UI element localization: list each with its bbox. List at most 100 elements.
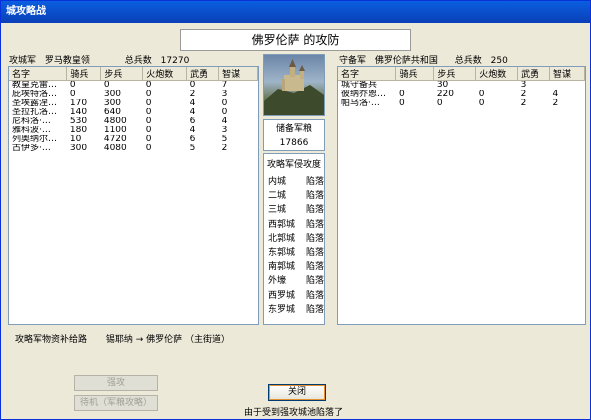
defender-table-panel: 名字 骑兵 步兵 火炮数 武勇 智谋 城守备兵 30 3 彼纳乔恩… 0 220 0 2 4 帕乌洛·… 0 0…: [337, 66, 586, 325]
defender-table-cell: 城守备兵: [341, 80, 378, 90]
castle-section-status: 陷落: [305, 219, 324, 230]
attacker-table-cell: 0: [145, 80, 152, 90]
castle-section-status: 陷落: [305, 304, 324, 315]
defender-column-header[interactable]: 名字: [338, 67, 397, 81]
attacker-table-cell: 6: [189, 135, 196, 144]
attacker-table-cell: 10: [69, 135, 82, 144]
defender-table-cell: 彼纳乔恩…: [341, 90, 387, 99]
defender-table-cell: 220: [436, 90, 455, 99]
close-button[interactable]: 关闭: [268, 384, 326, 401]
siege-progress-row: 二城 陷落: [264, 189, 324, 203]
defender-table-cell: 2: [552, 99, 559, 108]
defender-column-header[interactable]: 火炮数: [475, 67, 519, 81]
defender-summary: 守备军 佛罗伦萨共和国 总兵数 250: [339, 53, 514, 66]
castle-section-name: 西郭城: [268, 219, 296, 230]
siege-progress-row: 西罗城 陷落: [264, 289, 324, 303]
attacker-table-cell: 300: [103, 90, 122, 99]
attacker-table-row[interactable]: 教皇克雷… 0 0 0 0 7: [9, 81, 258, 91]
siege-progress-row: 东罗城 陷落: [264, 303, 324, 317]
siege-progress-list: 内城 陷落 二城 陷落 三城 陷落 西郭城 陷落 北郭城 陷落 东郭城 陷落 南郭城 陷落 外壕 陷落 西罗城陷…: [264, 171, 324, 317]
siege-progress-box: 攻略军侵攻度 内城 陷落 二城 陷落 三城 陷落 西郭城 陷落 北郭城 陷落 东郭城 陷落 南郭城 陷落外…: [263, 153, 325, 325]
attacker-table-cell: 4720: [103, 135, 127, 144]
attacker-table-cell: 0: [145, 144, 152, 153]
supply-route-text: 锡耶纳 → 佛罗伦萨 （主街道）: [105, 335, 231, 345]
window-title: 城攻略战: [1, 1, 590, 23]
siege-window: 城攻略战 佛罗伦萨 的攻防 攻城军 罗马教皇领 总兵数 17270 守备军 佛罗…: [0, 0, 591, 420]
attacker-table-row[interactable]: 庇埃特洛… 0 300 0 2 3: [9, 90, 258, 99]
castle-section-status: 陷落: [305, 276, 324, 287]
attacker-table-cell: 0: [189, 80, 196, 90]
siege-progress-header: 攻略军侵攻度: [266, 160, 321, 170]
defender-table-cell: [550, 81, 585, 91]
attacker-table-cell: 300: [103, 99, 122, 108]
siege-progress-row: 北郭城 陷落: [264, 232, 324, 246]
attacker-total-label: 总兵数: [124, 56, 152, 66]
attacker-table-cell: 640: [103, 108, 122, 117]
siege-progress-row: 内城 陷落: [264, 175, 324, 189]
reserve-label: 储备军粮: [275, 124, 312, 134]
castle-section-name: 二城: [268, 191, 287, 202]
attacker-table-cell: 0: [69, 90, 76, 99]
attacker-column-header[interactable]: 火炮数: [142, 67, 188, 81]
defender-column-header[interactable]: 骑兵: [395, 67, 435, 81]
defender-column-header[interactable]: 步兵: [433, 67, 477, 81]
defender-table-cell: 0: [478, 99, 485, 108]
attacker-table-cell: 1100: [103, 126, 127, 135]
attacker-table-cell: 0: [145, 108, 152, 117]
attacker-table-cell: 古伊多·…: [12, 144, 51, 153]
attacker-column-header[interactable]: 名字: [9, 67, 68, 81]
defender-table-row[interactable]: 帕乌洛·… 0 0 0 2 2: [338, 99, 585, 108]
castle-section-name: 南郭城: [268, 262, 296, 273]
attacker-table-cell: 4800: [103, 117, 127, 126]
attacker-table-cell: 530: [69, 117, 88, 126]
attacker-table-cell: 2: [221, 144, 228, 153]
attacker-table-cell: 4: [221, 117, 228, 126]
attacker-table-row[interactable]: 列奥纳尔… 10 4720 0 6 5: [9, 135, 258, 144]
defender-table-cell: 0: [398, 99, 405, 108]
attacker-table-cell: 5: [221, 135, 228, 144]
attacker-table-cell: 圣埃露涅…: [12, 99, 58, 108]
attacker-table-row[interactable]: 尼科洛·… 530 4800 0 6 4: [9, 117, 258, 126]
supply-label: 攻略军物资补给路: [15, 335, 88, 345]
attacker-table-cell: 3: [221, 126, 228, 135]
defender-table-cell: 0: [436, 99, 443, 108]
attacker-table-row[interactable]: 古伊多·… 300 4080 0 5 2: [9, 144, 258, 153]
attacker-table-cell: 尼科洛·…: [12, 117, 51, 126]
reserve-value: 17866: [279, 138, 309, 148]
siege-progress-row: 外壕 陷落: [264, 274, 324, 288]
attacker-table-panel: 名字 骑兵 步兵 火炮数 武勇 智谋 教皇克雷… 0 0 0 0 7 庇埃特洛… 0 300 0 2 3 圣埃露涅…: [8, 66, 259, 325]
attacker-table-cell: 0: [145, 126, 152, 135]
wait-button[interactable]: 待机（军粮攻略）: [74, 395, 158, 411]
attacker-table-cell: 4: [189, 99, 196, 108]
attacker-table-row[interactable]: 圣拉扎洛… 140 640 0 4 0: [9, 108, 258, 117]
siege-progress-row: 三城 陷落: [264, 203, 324, 217]
attacker-column-header[interactable]: 骑兵: [66, 67, 102, 81]
castle-section-name: 外壕: [268, 276, 287, 287]
attacker-table-cell: 4: [189, 108, 196, 117]
defender-table-cell: 30: [436, 80, 449, 90]
attacker-table-cell: 0: [145, 135, 152, 144]
defender-table-cell: 0: [478, 90, 485, 99]
castle-section-name: 东罗城: [268, 304, 296, 315]
defender-table: 名字 骑兵 步兵 火炮数 武勇 智谋 城守备兵 30 3 彼纳乔恩… 0 220 0 2 4 帕乌洛·… 0 0…: [338, 67, 585, 108]
attacker-table-row[interactable]: 雅科波·… 180 1100 0 4 3: [9, 126, 258, 135]
defender-table-row[interactable]: 城守备兵 30 3: [338, 81, 585, 91]
attacker-table-row[interactable]: 圣埃露涅… 170 300 0 4 0: [9, 99, 258, 108]
defender-table-cell: 3: [520, 80, 527, 90]
defender-table-cell: 2: [520, 90, 527, 99]
attacker-column-header[interactable]: 智谋: [218, 67, 258, 81]
defender-column-header[interactable]: 武勇: [517, 67, 551, 81]
attacker-table-cell: 0: [69, 80, 76, 90]
castle-section-status: 陷落: [305, 233, 324, 244]
attacker-summary: 攻城军 罗马教皇领 总兵数 17270: [9, 53, 195, 66]
attacker-table-cell: 庇埃特洛…: [12, 90, 58, 99]
defender-table-cell: 帕乌洛·…: [341, 99, 380, 108]
attacker-column-header[interactable]: 步兵: [100, 67, 144, 81]
defender-column-header[interactable]: 智谋: [549, 67, 585, 81]
castle-section-status: 陷落: [305, 290, 324, 301]
assault-button[interactable]: 强攻: [74, 375, 158, 391]
castle-section-status: 陷落: [305, 177, 324, 187]
defender-table-row[interactable]: 彼纳乔恩… 0 220 0 2 4: [338, 90, 585, 99]
battle-title: 佛罗伦萨 的攻防: [180, 29, 411, 51]
attacker-column-header[interactable]: 武勇: [186, 67, 220, 81]
